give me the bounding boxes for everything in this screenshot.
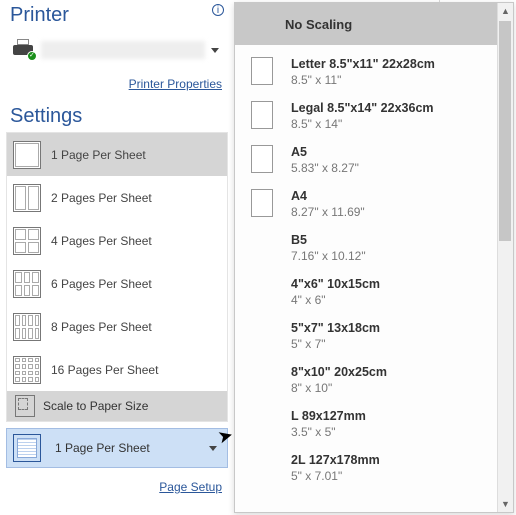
info-icon[interactable]: i [212, 4, 224, 16]
scroll-thumb[interactable] [499, 21, 511, 241]
paper-size-title: Legal 8.5"x14" 22x36cm [291, 101, 434, 117]
paper-thumb-icon [251, 277, 273, 305]
pages-grid-icon [13, 270, 41, 298]
scale-label: Scale to Paper Size [43, 399, 148, 413]
printer-properties-link[interactable]: Printer Properties [0, 77, 222, 91]
pages-option-6[interactable]: 6 Pages Per Sheet [7, 262, 227, 305]
paper-thumb-icon [251, 145, 273, 173]
scroll-up-button[interactable]: ▲ [498, 3, 513, 19]
printer-selector[interactable] [8, 33, 226, 67]
paper-size-title: 5"x7" 13x18cm [291, 321, 380, 337]
paper-size-title: 4"x6" 10x15cm [291, 277, 380, 293]
paper-size-option[interactable]: 5"x7" 13x18cm5" x 7" [235, 315, 497, 359]
pages-grid-icon [13, 356, 41, 384]
paper-size-dimensions: 5" x 7.01" [291, 469, 380, 484]
paper-thumb-icon [251, 57, 273, 85]
paper-thumb-icon [251, 101, 273, 129]
paper-size-option[interactable]: Letter 8.5"x11" 22x28cm8.5" x 11" [235, 51, 497, 95]
paper-size-dimensions: 3.5" x 5" [291, 425, 366, 440]
paper-size-option[interactable]: 2L 127x178mm5" x 7.01" [235, 447, 497, 491]
pages-option-label: 6 Pages Per Sheet [51, 277, 152, 291]
pages-option-label: 2 Pages Per Sheet [51, 191, 152, 205]
paper-size-option[interactable]: Legal 8.5"x14" 22x36cm8.5" x 14" [235, 95, 497, 139]
pages-option-1[interactable]: 1 Page Per Sheet [7, 133, 227, 176]
paper-size-dimensions: 7.16" x 10.12" [291, 249, 366, 264]
paper-size-dimensions: 8.5" x 14" [291, 117, 434, 132]
pages-per-sheet-dropdown[interactable]: 1 Page Per Sheet [6, 428, 228, 468]
paper-size-title: Letter 8.5"x11" 22x28cm [291, 57, 435, 73]
pages-option-label: 16 Pages Per Sheet [51, 363, 158, 377]
scale-to-paper-size[interactable]: Scale to Paper Size [7, 391, 227, 421]
printer-name-redacted [41, 41, 205, 59]
paper-size-title: L 89x127mm [291, 409, 366, 425]
paper-size-dimensions: 5.83" x 8.27" [291, 161, 359, 176]
chevron-down-icon [209, 446, 217, 451]
pages-per-sheet-selected-label: 1 Page Per Sheet [55, 441, 209, 455]
paper-size-option[interactable]: A55.83" x 8.27" [235, 139, 497, 183]
paper-thumb-icon [251, 365, 273, 393]
no-scaling-label: No Scaling [285, 17, 352, 32]
paper-thumb-icon [251, 453, 273, 481]
paper-thumb-icon [251, 233, 273, 261]
pages-grid-icon [13, 184, 41, 212]
paper-size-option[interactable]: A48.27" x 11.69" [235, 183, 497, 227]
paper-size-dimensions: 5" x 7" [291, 337, 380, 352]
paper-size-title: 2L 127x178mm [291, 453, 380, 469]
settings-heading-text: Settings [10, 105, 82, 128]
paper-size-dimensions: 8.27" x 11.69" [291, 205, 365, 220]
paper-size-dimensions: 8" x 10" [291, 381, 387, 396]
paper-size-dimensions: 4" x 6" [291, 293, 380, 308]
pages-option-4[interactable]: 4 Pages Per Sheet [7, 219, 227, 262]
printer-heading: Printer i [0, 0, 234, 29]
scrollbar[interactable]: ▲ ▼ [497, 3, 513, 512]
one-page-icon [13, 434, 41, 462]
paper-size-option[interactable]: 4"x6" 10x15cm4" x 6" [235, 271, 497, 315]
paper-size-list: Letter 8.5"x11" 22x28cm8.5" x 11"Legal 8… [235, 45, 497, 491]
pages-grid-icon [13, 313, 41, 341]
paper-size-title: A4 [291, 189, 365, 205]
pages-option-label: 1 Page Per Sheet [51, 148, 146, 162]
left-panel: Printer i Printer Properties Settings 1 … [0, 0, 234, 515]
paper-size-option[interactable]: L 89x127mm3.5" x 5" [235, 403, 497, 447]
paper-size-title: B5 [291, 233, 366, 249]
paper-size-dimensions: 8.5" x 11" [291, 73, 435, 88]
pages-grid-icon [13, 141, 41, 169]
pages-option-label: 4 Pages Per Sheet [51, 234, 152, 248]
no-scaling-option[interactable]: No Scaling [235, 3, 497, 45]
paper-size-option[interactable]: 8"x10" 20x25cm8" x 10" [235, 359, 497, 403]
paper-thumb-icon [251, 409, 273, 437]
pages-option-label: 8 Pages Per Sheet [51, 320, 152, 334]
pages-option-2[interactable]: 2 Pages Per Sheet [7, 176, 227, 219]
paper-thumb-icon [251, 189, 273, 217]
pages-option-8[interactable]: 8 Pages Per Sheet [7, 305, 227, 348]
settings-heading: Settings [0, 105, 234, 130]
paper-thumb-icon [251, 321, 273, 349]
paper-size-title: 8"x10" 20x25cm [291, 365, 387, 381]
printer-ready-icon [13, 41, 35, 59]
pages-per-sheet-menu: 1 Page Per Sheet 2 Pages Per Sheet 4 Pages… [6, 132, 228, 422]
pages-grid-icon [13, 227, 41, 255]
chevron-down-icon [211, 48, 219, 53]
paper-size-flyout: No Scaling Letter 8.5"x11" 22x28cm8.5" x… [234, 2, 514, 513]
paper-size-title: A5 [291, 145, 359, 161]
no-scaling-icon [243, 11, 271, 37]
scale-icon [15, 395, 35, 417]
printer-heading-text: Printer [10, 4, 69, 27]
paper-size-option[interactable]: B57.16" x 10.12" [235, 227, 497, 271]
pages-option-16[interactable]: 16 Pages Per Sheet [7, 348, 227, 391]
scroll-down-button[interactable]: ▼ [498, 496, 513, 512]
page-setup-link[interactable]: Page Setup [0, 480, 222, 494]
